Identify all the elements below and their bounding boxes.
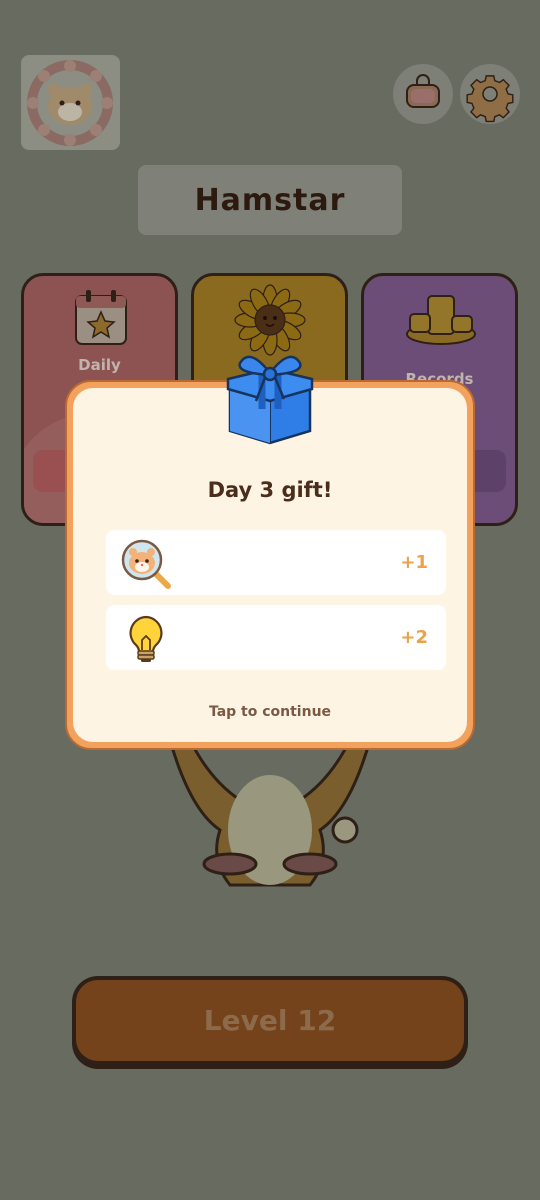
hamster-wreath-icon bbox=[27, 60, 113, 146]
shop-button[interactable] bbox=[393, 64, 453, 124]
hamster-magnifier-icon bbox=[121, 539, 171, 589]
gift-box-icon bbox=[226, 355, 314, 445]
game-title: Hamstar bbox=[138, 165, 402, 235]
popup-title: Day 3 gift! bbox=[207, 478, 333, 502]
reward-row: +1 bbox=[106, 530, 446, 595]
bag-icon bbox=[406, 74, 440, 108]
calendar-icon bbox=[75, 290, 127, 345]
tap-to-continue[interactable]: Tap to continue bbox=[73, 704, 467, 720]
lightbulb-icon bbox=[129, 615, 163, 662]
settings-button[interactable] bbox=[460, 64, 520, 124]
reward-amount: +2 bbox=[400, 627, 428, 648]
gear-icon bbox=[466, 75, 514, 123]
daily-card-label: Daily bbox=[78, 356, 121, 374]
reward-row: +2 bbox=[106, 605, 446, 670]
sunflower-icon bbox=[234, 284, 306, 356]
level-label: Level 12 bbox=[76, 980, 464, 1061]
avatar[interactable] bbox=[21, 55, 120, 150]
podium-icon bbox=[406, 295, 476, 345]
reward-amount: +1 bbox=[400, 552, 428, 573]
level-play-button[interactable]: Level 12 bbox=[72, 976, 468, 1069]
